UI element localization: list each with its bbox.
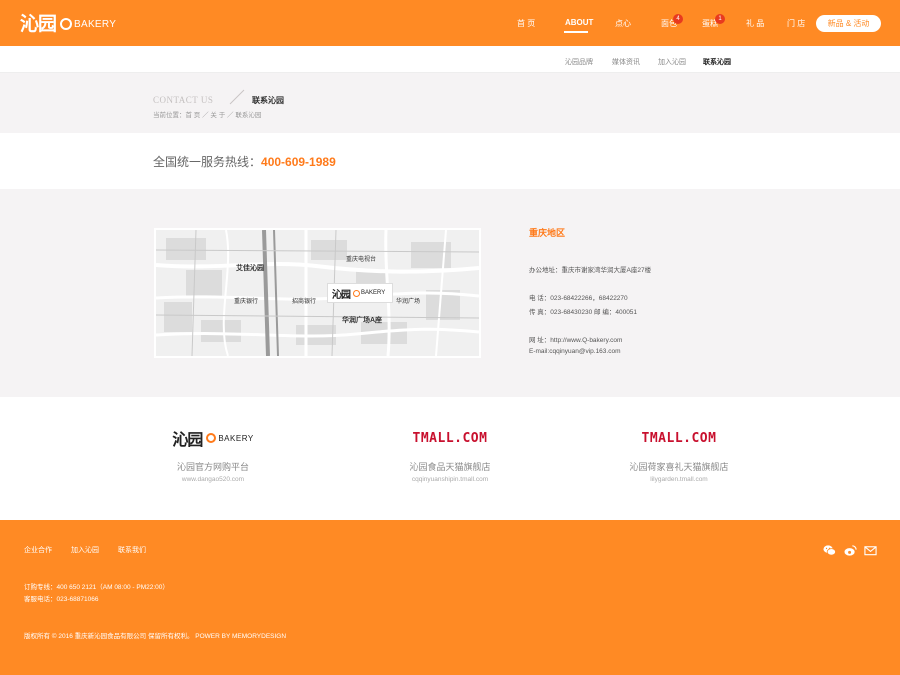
store-name: 沁园食品天猫旗舰店 xyxy=(409,462,491,472)
logo-text: BAKERY xyxy=(74,18,117,30)
store-official[interactable]: 沁园 BAKERY 沁园官方网购平台 www.dangao520.com xyxy=(113,427,313,483)
page-title-en: CONTACT US xyxy=(153,95,214,105)
subnav-item-contact[interactable]: 联系沁园 xyxy=(703,57,731,67)
page-title-cn: 联系沁园 xyxy=(252,96,284,105)
sub-navigation: 沁园品牌 媒体资讯 加入沁园 联系沁园 xyxy=(0,46,900,73)
map-label: 重庆电视台 xyxy=(346,257,377,263)
store-url[interactable]: lilygarden.tmall.com xyxy=(579,476,779,483)
mail-icon[interactable] xyxy=(864,544,877,557)
hotline-number: 400-609-1989 xyxy=(261,155,336,169)
weibo-icon[interactable] xyxy=(844,544,857,557)
map-store-marker[interactable]: 沁园 BAKERY xyxy=(327,283,393,303)
office-address: 办公地址：重庆市谢家湾华润大厦A座27楼 xyxy=(529,267,652,274)
fax-postcode: 传 真：023-68430230 邮 编：400051 xyxy=(529,309,638,316)
map-label: 艾佳沁园 xyxy=(236,265,264,272)
store-url[interactable]: cqqinyuanshipin.tmall.com xyxy=(350,476,550,483)
qbakery-q-icon xyxy=(206,433,217,443)
tmall-logo: TMALL.COM xyxy=(412,430,488,446)
site-logo[interactable]: 沁园 BAKERY xyxy=(20,13,116,35)
location-map[interactable]: 艾佳沁园 重庆银行 招商银行 华润广场 重庆电视台 华润广场A座 沁园 BAKE… xyxy=(154,228,481,358)
service-hotline: 全国统一服务热线：400-609-1989 xyxy=(153,153,336,170)
map-logo-q-icon xyxy=(353,289,360,297)
service-phone: 客服电话：023-68871066 xyxy=(24,596,99,603)
qbakery-logo-text: BAKERY xyxy=(218,433,254,443)
logo-q-icon xyxy=(60,18,73,30)
site-footer: 企业合作 加入沁园 联系我们 订购专线：400 650 2121（AM 08:0… xyxy=(0,520,900,675)
hotline-label: 全国统一服务热线： xyxy=(153,155,262,169)
top-navigation-bar: 沁园 BAKERY 首 页 ABOUT 点心 面包 4 蛋糕 1 礼 品 门 店… xyxy=(0,0,900,46)
title-divider-icon xyxy=(229,89,245,105)
contact-info-band: 艾佳沁园 重庆银行 招商银行 华润广场 重庆电视台 华润广场A座 沁园 BAKE… xyxy=(0,189,900,397)
nav-item-about[interactable]: ABOUT xyxy=(565,18,593,27)
wechat-icon[interactable] xyxy=(823,544,836,557)
store-logo: TMALL.COM xyxy=(579,427,779,449)
hotline-band: 全国统一服务热线：400-609-1989 xyxy=(0,133,900,189)
map-logo-mark: 沁园 xyxy=(332,289,351,301)
map-label: 华润广场A座 xyxy=(342,317,383,324)
order-hotline: 订购专线：400 650 2121（AM 08:00 - PM22:00） xyxy=(24,584,169,591)
map-logo-text: BAKERY xyxy=(361,290,386,296)
subnav-item-media[interactable]: 媒体资讯 xyxy=(612,57,640,67)
logo-mark: 沁园 xyxy=(20,12,57,35)
nav-active-indicator xyxy=(564,31,588,33)
footer-link-join[interactable]: 加入沁园 xyxy=(71,545,99,555)
footer-link-contact[interactable]: 联系我们 xyxy=(118,545,146,555)
store-tmall-food[interactable]: TMALL.COM 沁园食品天猫旗舰店 cqqinyuanshipin.tmal… xyxy=(350,427,550,484)
online-stores: 沁园 BAKERY 沁园官方网购平台 www.dangao520.com TMA… xyxy=(0,397,900,520)
nav-item-snacks[interactable]: 点心 xyxy=(615,18,631,29)
store-name: 沁园荷家喜礼天猫旗舰店 xyxy=(629,462,729,472)
email-link[interactable]: E-mail:cqqinyuan@vip.163.com xyxy=(529,348,621,355)
nav-item-stores[interactable]: 门 店 xyxy=(787,18,805,29)
subnav-item-brand[interactable]: 沁园品牌 xyxy=(565,57,593,67)
cake-count-badge: 1 xyxy=(715,14,725,24)
nav-item-gifts[interactable]: 礼 品 xyxy=(746,18,764,29)
store-logo: 沁园 BAKERY xyxy=(113,427,313,449)
region-title: 重庆地区 xyxy=(529,228,566,238)
breadcrumb: 当前位置：首 页 ／ 关 于 ／ 联系沁园 xyxy=(153,112,262,119)
page-title-band: CONTACT US 联系沁园 当前位置：首 页 ／ 关 于 ／ 联系沁园 xyxy=(0,73,900,133)
store-logo: TMALL.COM xyxy=(350,427,550,449)
tmall-logo: TMALL.COM xyxy=(641,430,717,446)
phone-number: 电 话：023-68422266，68422270 xyxy=(529,295,628,302)
website-link[interactable]: 网 址：http://www.Q-bakery.com xyxy=(529,334,622,344)
qbakery-logo-mark: 沁园 xyxy=(172,432,203,449)
map-label: 重庆银行 xyxy=(234,299,259,305)
copyright: 版权所有 © 2016 重庆新沁园食品有限公司 保留所有权利。 POWER BY… xyxy=(24,633,287,640)
store-name: 沁园官方网购平台 xyxy=(176,462,249,472)
map-label: 招商银行 xyxy=(292,299,317,305)
store-url[interactable]: www.dangao520.com xyxy=(113,476,313,483)
subnav-item-join[interactable]: 加入沁园 xyxy=(658,57,686,67)
store-tmall-gift[interactable]: TMALL.COM 沁园荷家喜礼天猫旗舰店 lilygarden.tmall.c… xyxy=(579,427,779,484)
bread-count-badge: 4 xyxy=(673,14,683,24)
new-products-button[interactable]: 新品 & 活动 xyxy=(816,15,881,32)
map-streets xyxy=(156,230,479,356)
nav-item-home[interactable]: 首 页 xyxy=(517,18,535,29)
map-label: 华润广场 xyxy=(396,299,421,305)
footer-link-cooperation[interactable]: 企业合作 xyxy=(24,545,52,555)
